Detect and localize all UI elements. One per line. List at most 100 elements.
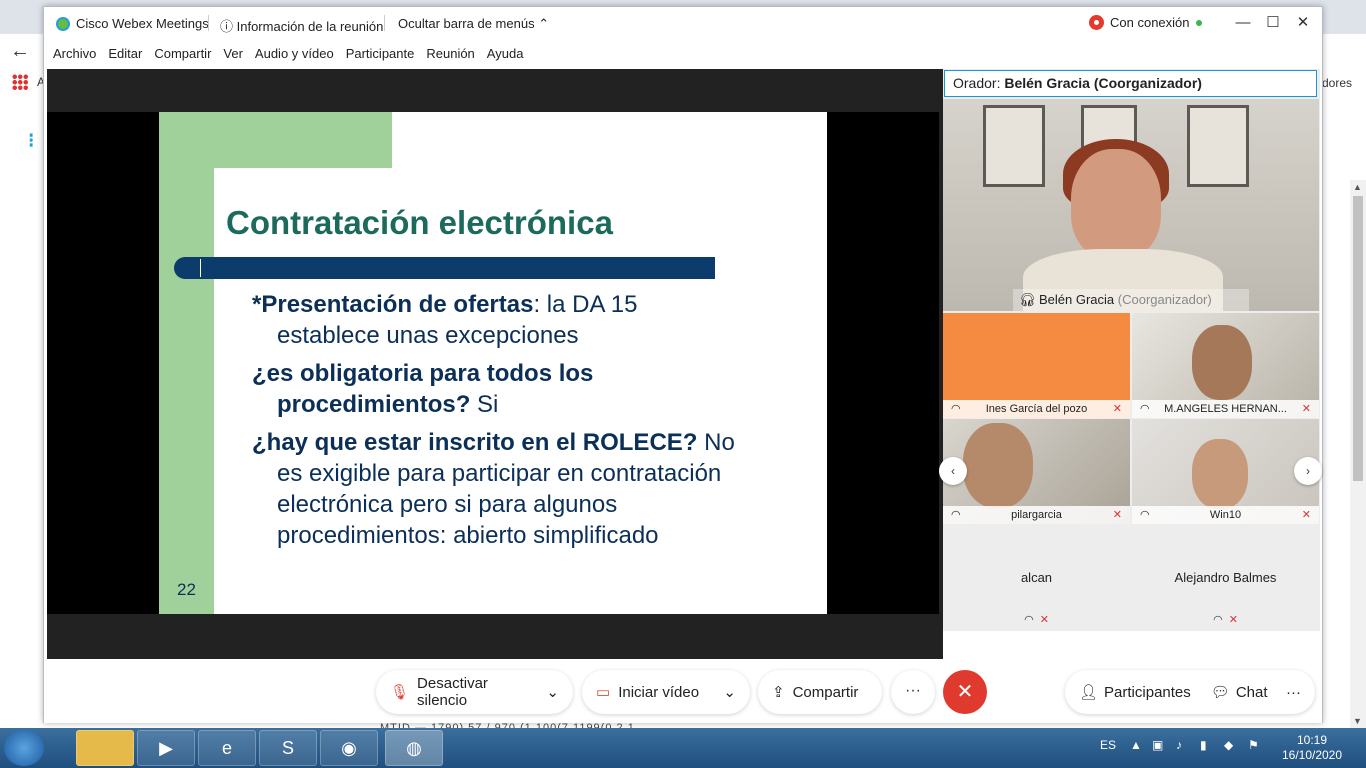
meeting-info-button[interactable]: ⓘ Información de la reunión <box>220 16 383 35</box>
menu-ayuda[interactable]: Ayuda <box>487 41 524 67</box>
end-meeting-button[interactable]: ✕ <box>943 670 987 714</box>
divider <box>208 15 209 31</box>
dropbox-icon[interactable]: ◆ <box>1224 738 1233 752</box>
site-logo-icon: ⁝ <box>28 130 35 152</box>
participant-face <box>963 423 1033 508</box>
media-player-icon[interactable]: ▶ <box>137 730 195 766</box>
shared-content-area: Contratación electrónica *Presentación d… <box>47 69 943 659</box>
slide-p2-bold-1: ¿es obligatoria para todos los <box>252 360 594 387</box>
panel-more-button[interactable]: ··· <box>1286 684 1301 701</box>
slide-title: Contratación electrónica <box>226 204 613 241</box>
menu-participante[interactable]: Participante <box>346 41 415 67</box>
webex-logo-icon <box>56 17 70 31</box>
back-arrow-icon[interactable]: ← <box>10 40 30 63</box>
slide-p3-line3: electrónica pero si para algunos <box>277 491 618 518</box>
mic-muted-icon: ✕ <box>1228 614 1238 626</box>
language-indicator[interactable]: ES <box>1100 738 1116 752</box>
participant-label: ◠ pilargarcia ✕ <box>943 506 1130 524</box>
menu-ver[interactable]: Ver <box>223 41 243 67</box>
slide-p2-line2: procedimientos? Si <box>252 389 593 420</box>
slide-title-bar <box>174 257 715 279</box>
participant-tile[interactable]: Alejandro Balmes ◠ ✕ <box>1132 525 1319 630</box>
participant-name: Ines García del pozo <box>985 403 1088 415</box>
slide-p2-bold-2: procedimientos? <box>277 391 471 418</box>
speaker-face <box>1071 149 1161 259</box>
speaker-tag-role: (Coorganizador) <box>1117 292 1212 307</box>
slide-page-number: 22 <box>177 580 196 599</box>
explorer-icon[interactable] <box>76 730 134 766</box>
shared-screen: Contratación electrónica *Presentación d… <box>47 112 939 614</box>
headset-icon: ◠ <box>1140 509 1150 521</box>
participant-name: Alejandro Balmes <box>1174 570 1277 585</box>
previous-page-button[interactable]: ‹ <box>939 457 967 485</box>
speaker-tag-name: Belén Gracia <box>1039 292 1115 307</box>
chrome-icon[interactable]: ◉ <box>320 730 378 766</box>
headset-icon: ◠ <box>951 509 961 521</box>
share-button[interactable]: ⇪ Compartir <box>758 670 882 714</box>
hide-menu-button[interactable]: Ocultar barra de menús ⌃ <box>398 16 549 32</box>
wall-frame <box>983 105 1045 187</box>
close-button[interactable]: ✕ <box>1288 11 1318 35</box>
slide-p1-line2: establece unas excepciones <box>277 322 579 349</box>
scroll-thumb[interactable] <box>1353 196 1363 481</box>
taskbar: ▶ e S ◉ ◍ ES ▲ ▣ ♪ ▮ ◆ ⚑ 10:19 16/10/202… <box>0 728 1366 768</box>
maximize-button[interactable]: ☐ <box>1258 11 1288 35</box>
tray-expand-icon[interactable]: ▲ <box>1130 738 1142 752</box>
chat-button[interactable]: Chat <box>1236 684 1268 701</box>
internet-explorer-icon[interactable]: e <box>198 730 256 766</box>
menu-audio-video[interactable]: Audio y vídeo <box>255 41 334 67</box>
slide-paragraph-3: ¿hay que estar inscrito en el ROLECE? No… <box>252 427 735 551</box>
participant-tile[interactable]: ◠ Ines García del pozo ✕ <box>943 313 1130 418</box>
participants-icon[interactable]: 👤︎ <box>1079 683 1098 701</box>
connection-status[interactable]: Con conexión <box>1089 15 1202 30</box>
menu-bar: Archivo Editar Compartir Ver Audio y víd… <box>44 41 1322 67</box>
chevron-down-icon[interactable]: ⌄ <box>546 683 559 701</box>
chat-icon[interactable]: 💬︎ <box>1211 683 1230 701</box>
meeting-controls: 🎙︎ Desactivar silencio ⌄ ▭ Iniciar vídeo ⌄ ⇪… <box>44 667 1322 723</box>
participant-tile[interactable]: ◠ pilargarcia ✕ <box>943 419 1130 524</box>
minimize-button[interactable]: — <box>1228 11 1258 35</box>
status-label: Con conexión <box>1110 15 1190 30</box>
bookmark-right[interactable]: dores <box>1322 76 1352 90</box>
slide-green-top <box>159 112 392 168</box>
participant-tile[interactable]: ◠ M.ANGELES HERNAN... ✕ <box>1132 313 1319 418</box>
participant-tile[interactable]: ◠ Win10 ✕ <box>1132 419 1319 524</box>
scroll-down-icon[interactable]: ▼ <box>1353 716 1362 726</box>
mic-muted-icon: 🎙︎ <box>390 684 410 701</box>
scroll-up-icon[interactable]: ▲ <box>1353 182 1362 192</box>
participants-button[interactable]: Participantes <box>1104 684 1191 701</box>
apps-grid-icon[interactable] <box>12 74 28 90</box>
panel-controls: 👤︎ Participantes 💬︎ Chat ··· <box>1065 670 1315 714</box>
participant-name: pilargarcia <box>1011 509 1062 521</box>
flag-icon[interactable]: ⚑ <box>1248 738 1259 752</box>
webex-window: Cisco Webex Meetings ⓘ Información de la… <box>43 6 1323 723</box>
participant-tile[interactable]: alcan ◠ ✕ <box>943 525 1130 630</box>
menu-compartir[interactable]: Compartir <box>154 41 211 67</box>
menu-archivo[interactable]: Archivo <box>53 41 96 67</box>
slide-p2-rest: Si <box>470 391 499 418</box>
share-icon: ⇪ <box>772 684 785 701</box>
participant-face <box>1192 439 1248 509</box>
menu-editar[interactable]: Editar <box>108 41 142 67</box>
participant-face <box>1192 325 1252 400</box>
system-clock[interactable]: 10:19 16/10/2020 <box>1280 733 1344 763</box>
network-icon[interactable]: ▮ <box>1200 738 1207 752</box>
chevron-down-icon[interactable]: ⌄ <box>723 683 736 701</box>
headset-icon: ◠ <box>951 403 961 415</box>
action-center-icon[interactable]: ▣ <box>1152 738 1163 752</box>
start-button[interactable] <box>4 730 44 766</box>
participant-status: ◠ ✕ <box>1213 614 1238 626</box>
menu-reunion[interactable]: Reunión <box>426 41 474 67</box>
start-video-button[interactable]: ▭ Iniciar vídeo ⌄ <box>582 670 750 714</box>
active-speaker-video[interactable]: 🎧︎ Belén Gracia (Coorganizador) <box>943 99 1319 311</box>
page-scrollbar[interactable]: ▲ ▼ <box>1350 180 1366 728</box>
slide-p3-line4: procedimientos: abierto simplificado <box>277 522 659 549</box>
volume-icon[interactable]: ♪ <box>1176 738 1182 752</box>
next-page-button[interactable]: › <box>1294 457 1322 485</box>
unmute-button[interactable]: 🎙︎ Desactivar silencio ⌄ <box>376 670 573 714</box>
skype-icon[interactable]: S <box>259 730 317 766</box>
clock-time: 10:19 <box>1296 733 1328 747</box>
more-options-button[interactable]: ··· <box>891 670 935 714</box>
slide-p3-rest: No <box>697 429 735 456</box>
webex-taskbar-icon[interactable]: ◍ <box>385 730 443 766</box>
